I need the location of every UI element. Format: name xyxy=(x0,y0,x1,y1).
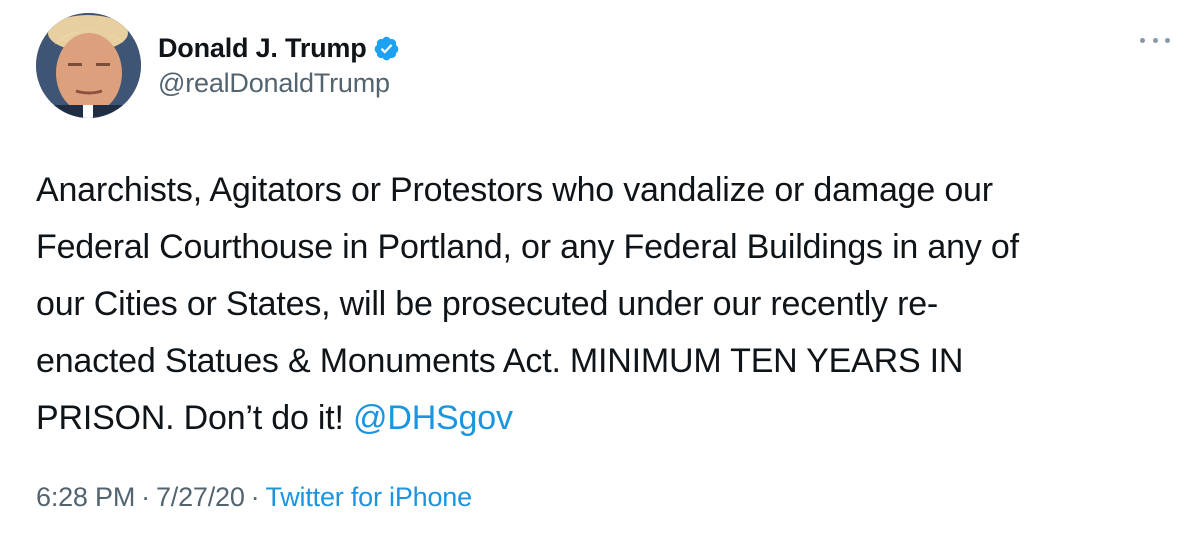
name-row: Donald J. Trump xyxy=(158,30,400,66)
more-dot xyxy=(1165,37,1170,43)
tweet-line-text: PRISON. Don’t do it! xyxy=(36,399,354,437)
tweet-card: Donald J. Trump @realDonaldTrump Anarchi… xyxy=(0,0,1200,541)
avatar-portrait-icon xyxy=(36,13,141,118)
tweet-line: Anarchists, Agitators or Protestors who … xyxy=(36,171,993,209)
tweet-line: enacted Statues & Monuments Act. MINIMUM… xyxy=(36,342,964,380)
tweet-metadata: 6:28 PM · 7/27/20 · Twitter for iPhone xyxy=(36,482,472,513)
display-name[interactable]: Donald J. Trump xyxy=(158,33,367,64)
tweet-text: Anarchists, Agitators or Protestors who … xyxy=(36,162,1176,447)
mention-link[interactable]: @DHSgov xyxy=(353,399,513,437)
source-link[interactable]: Twitter for iPhone xyxy=(265,482,472,512)
user-header: Donald J. Trump @realDonaldTrump xyxy=(158,30,400,99)
separator: · xyxy=(141,482,150,512)
more-dot xyxy=(1152,37,1158,43)
tweet-date[interactable]: 7/27/20 xyxy=(156,482,245,512)
tweet-line: our Cities or States, will be prosecuted… xyxy=(36,285,939,323)
avatar[interactable] xyxy=(36,13,141,118)
separator: · xyxy=(250,482,260,512)
tweet-line: Federal Courthouse in Portland, or any F… xyxy=(36,228,1019,266)
tweet-line-last: PRISON. Don’t do it! @DHSgov xyxy=(36,390,1176,447)
more-options-icon[interactable] xyxy=(1140,30,1170,50)
tweet-time[interactable]: 6:28 PM xyxy=(36,482,135,512)
user-handle[interactable]: @realDonaldTrump xyxy=(158,68,400,99)
verified-badge-icon xyxy=(373,35,400,62)
more-dot xyxy=(1140,37,1145,43)
